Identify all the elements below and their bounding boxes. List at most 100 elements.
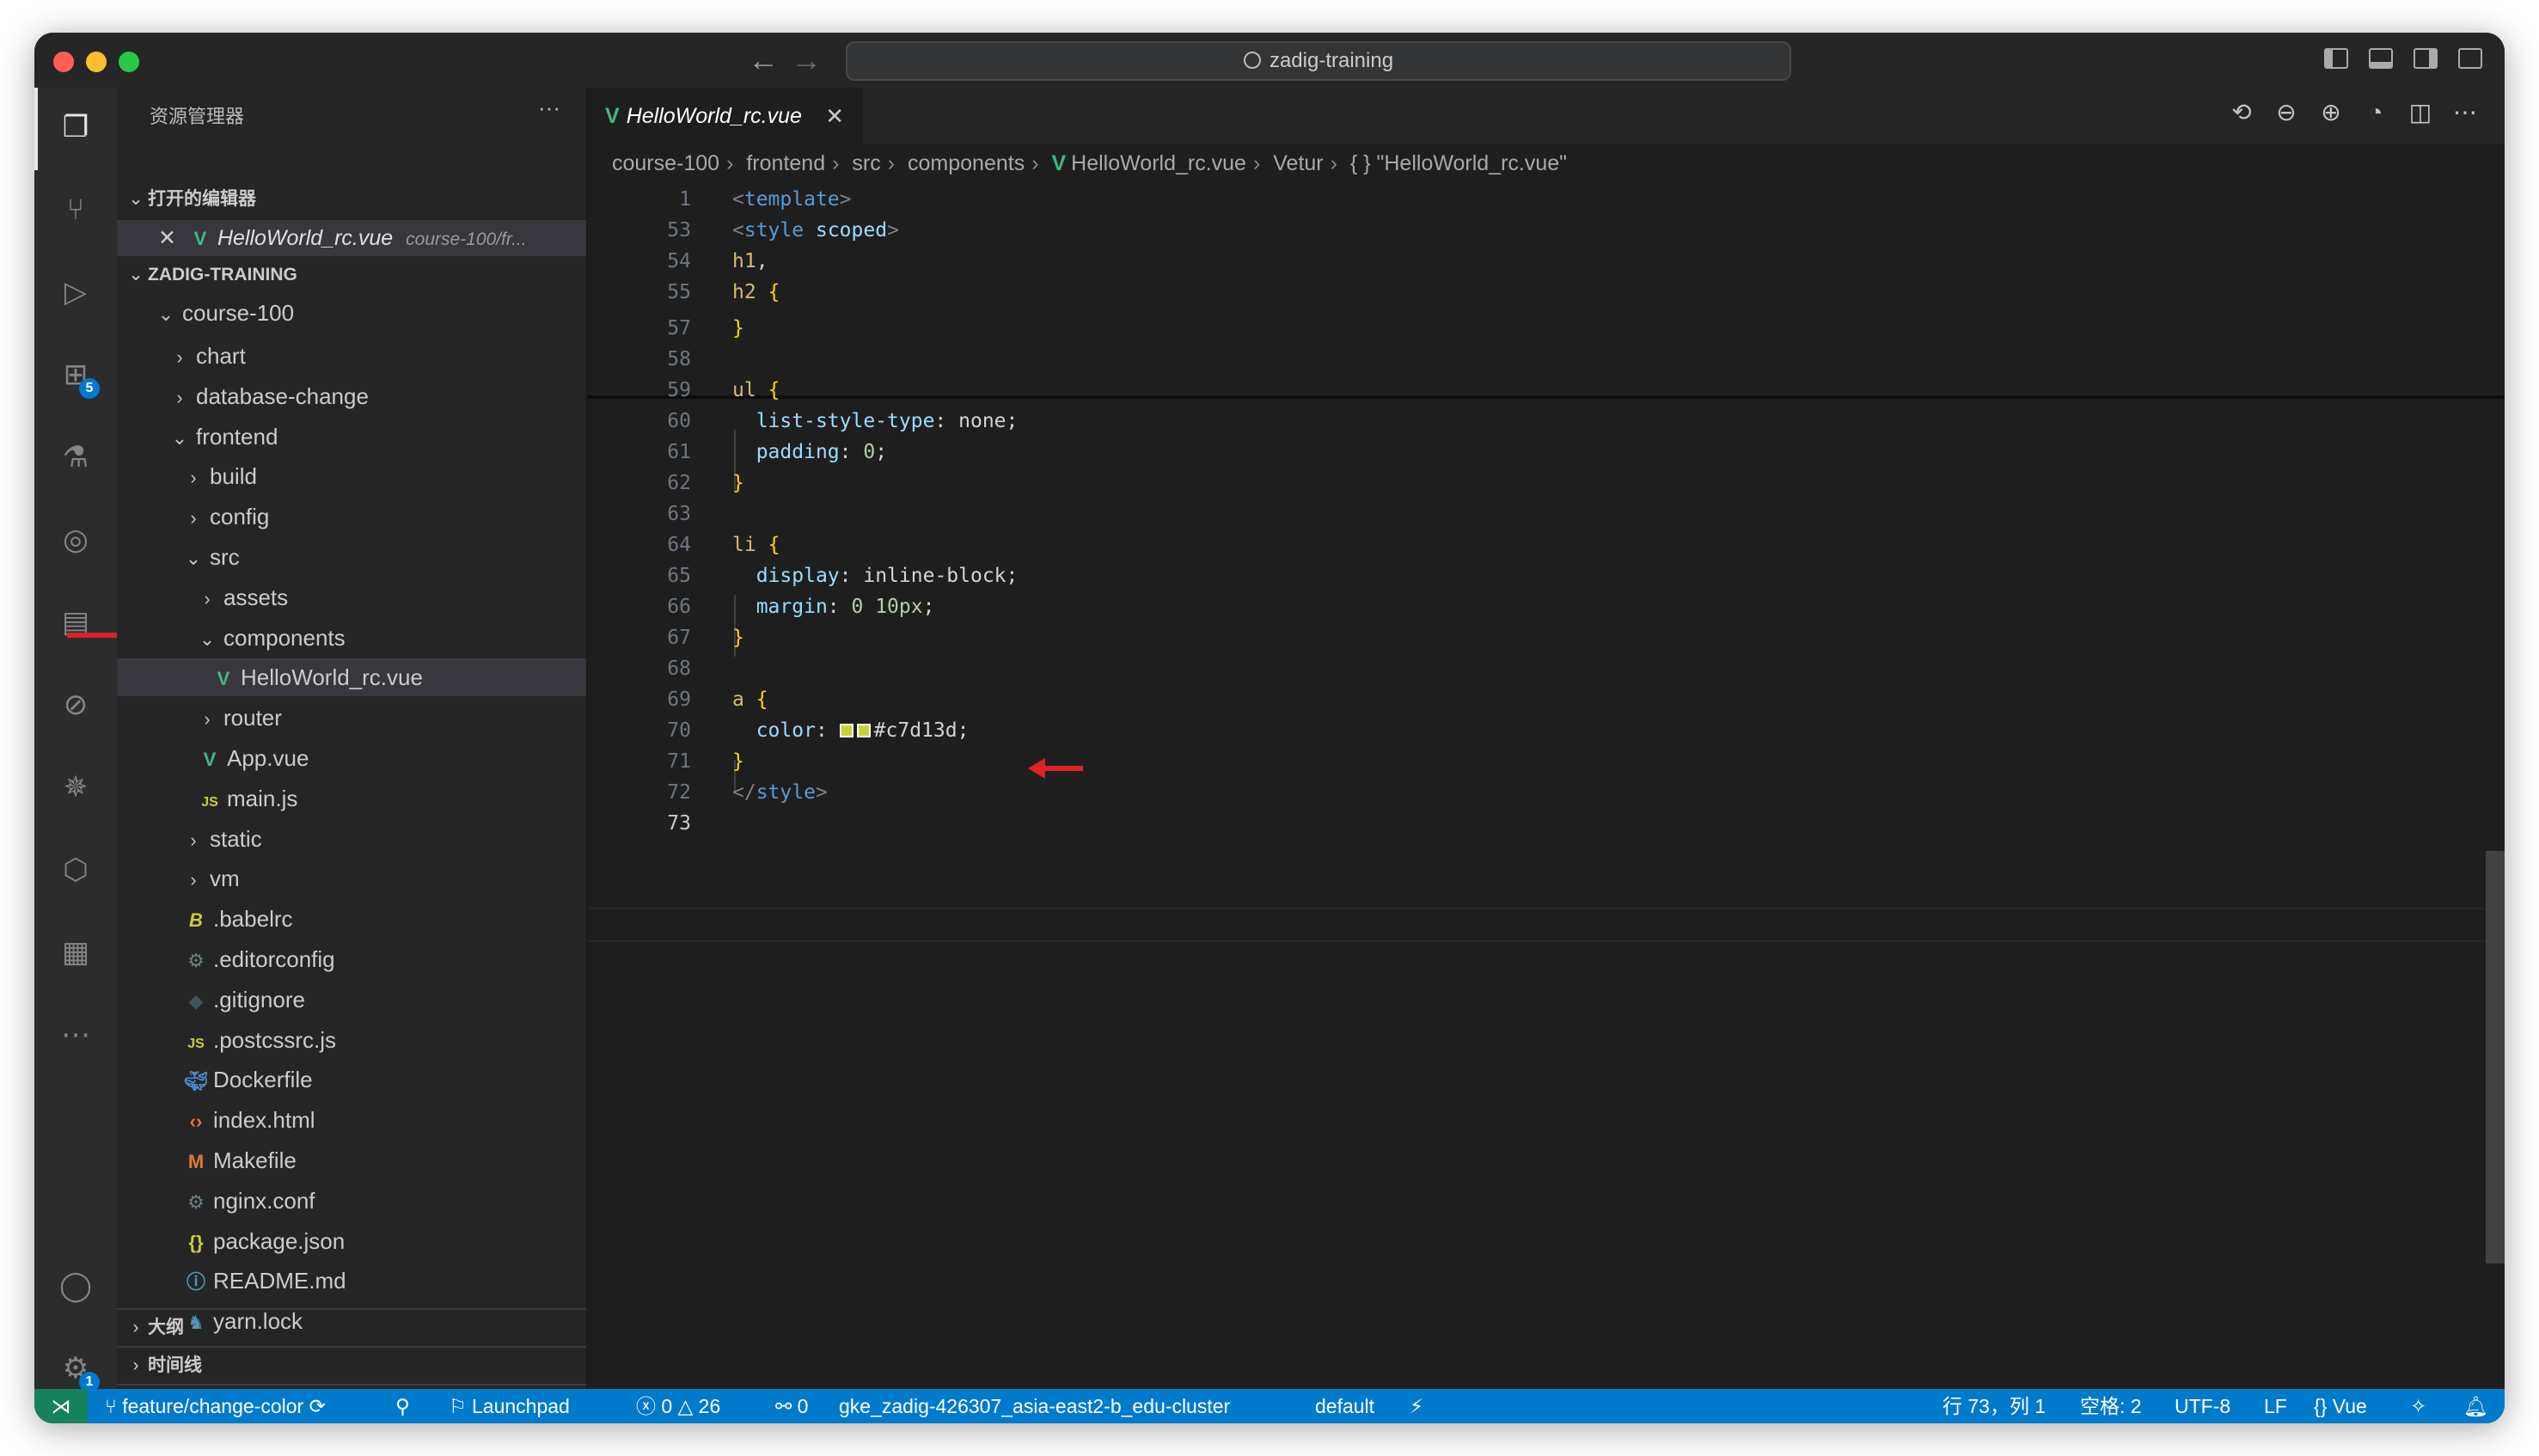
more-icon[interactable]: ⋯ <box>55 1014 96 1055</box>
breadcrumb-item[interactable]: course-100 <box>612 151 719 175</box>
toggle-secondary-sidebar-icon[interactable] <box>2414 48 2438 69</box>
language-mode[interactable]: {} Vue <box>2314 1389 2367 1423</box>
tab-helloworld-rc-vue[interactable]: V HelloWorld_rc.vue ✕ <box>588 88 863 146</box>
close-icon[interactable]: ✕ <box>825 89 844 143</box>
vue-file-icon: V <box>193 228 207 249</box>
tree-folder[interactable]: › vm <box>117 860 586 897</box>
previous-change-icon[interactable]: ⊖ <box>2264 98 2309 126</box>
gitlens-status-icon[interactable]: ⚲ <box>395 1389 410 1423</box>
sidebar-more-button[interactable]: ··· <box>538 95 560 121</box>
maximize-window-button[interactable] <box>119 52 139 72</box>
breadcrumb-item[interactable]: frontend <box>746 151 825 175</box>
testing-icon[interactable]: ⚗ <box>55 437 96 478</box>
outline-section[interactable]: › 大纲 <box>117 1308 586 1346</box>
extensions-icon[interactable]: ⊞ 5 <box>55 354 100 399</box>
gitlens-icon[interactable]: ◎ <box>55 519 96 560</box>
tree-file[interactable]: ⚙ nginx.conf <box>117 1182 586 1220</box>
close-icon[interactable]: ✕ <box>158 220 182 256</box>
open-editors-section[interactable]: ⌄ 打开的编辑器 <box>117 182 586 217</box>
color-swatch-icon[interactable] <box>856 724 871 737</box>
problems-indicator[interactable]: ⓧ 0 △ 26 <box>636 1389 720 1423</box>
tree-file[interactable]: 🐳︎ Dockerfile <box>117 1061 586 1098</box>
open-editor-item[interactable]: ✕ V HelloWorld_rc.vue course-100/fr... <box>117 220 586 256</box>
explorer-icon[interactable]: ❐ <box>55 107 96 148</box>
gitlens-compare-icon[interactable]: ◔ <box>2353 99 2398 126</box>
split-editor-icon[interactable]: ◫ <box>2398 98 2443 126</box>
tree-file[interactable]: V App.vue <box>117 739 586 777</box>
cursor-position[interactable]: 行 73，列 1 <box>1942 1389 2046 1423</box>
tree-file[interactable]: ‹› index.html <box>117 1101 586 1139</box>
close-window-button[interactable] <box>53 52 74 72</box>
feedback-icon[interactable]: ✧ <box>2410 1389 2426 1423</box>
more-actions-icon[interactable]: ⋯ <box>2443 98 2487 126</box>
toggle-panel-icon[interactable] <box>2369 48 2393 69</box>
ports-count: 0 <box>797 1395 809 1417</box>
tree-file[interactable]: {} package.json <box>117 1222 586 1260</box>
tree-file[interactable]: JS .postcssrc.js <box>117 1021 586 1059</box>
tree-folder[interactable]: › database-change <box>117 377 586 415</box>
color-swatch-icon[interactable] <box>839 724 853 737</box>
next-change-icon[interactable]: ⊕ <box>2309 98 2353 126</box>
arrow-right-icon[interactable]: → <box>791 43 822 77</box>
breadcrumb-item[interactable]: Vetur <box>1273 151 1323 175</box>
tree-folder[interactable]: › config <box>117 498 586 535</box>
line-content: } <box>732 627 744 649</box>
timeline-section[interactable]: › 时间线 <box>117 1346 586 1384</box>
error-count: 0 <box>661 1395 673 1417</box>
tree-file[interactable]: B .babelrc <box>117 900 586 938</box>
breadcrumb-item[interactable]: { } "HelloWorld_rc.vue" <box>1350 151 1567 175</box>
tree-file[interactable]: ⚙ .editorconfig <box>117 940 586 978</box>
zadig-icon[interactable]: ⬡ <box>55 849 96 890</box>
line-number: 59 <box>667 379 691 401</box>
launchpad-item[interactable]: ⚐ Launchpad <box>449 1389 570 1423</box>
tree-file[interactable]: ⓘ README.md <box>117 1262 586 1300</box>
cluster-name[interactable]: gke_zadig-426307_asia-east2-b_edu-cluste… <box>839 1389 1230 1423</box>
tree-folder[interactable]: › static <box>117 820 586 858</box>
remote-icon[interactable]: ▦ <box>55 932 96 973</box>
branch-indicator[interactable]: ⑂ feature/change-color ⟳ <box>105 1389 326 1423</box>
extensions-badge: 5 <box>79 378 100 399</box>
git-graph-icon[interactable]: ⊘ <box>55 684 96 725</box>
line-content: } <box>732 317 744 340</box>
breadcrumb-item[interactable]: src <box>852 151 880 175</box>
run-debug-icon[interactable]: ▷ <box>55 272 96 313</box>
source-control-icon[interactable]: ⑂ <box>55 189 96 230</box>
namespace[interactable]: default <box>1315 1389 1374 1423</box>
breadcrumb-item[interactable]: components <box>908 151 1025 175</box>
chevron-right-icon: › <box>132 1318 139 1337</box>
tree-file[interactable]: ◆ .gitignore <box>117 981 586 1019</box>
tree-file[interactable]: V HelloWorld_rc.vue <box>117 658 586 697</box>
tree-file[interactable]: JS main.js <box>117 780 586 817</box>
remote-indicator-icon[interactable]: ⋊ <box>34 1389 88 1423</box>
tree-folder[interactable]: › chart <box>117 337 586 375</box>
bell-icon[interactable]: 🔔︎ <box>2463 1389 2488 1423</box>
line-number: 62 <box>667 472 691 494</box>
arrow-left-icon[interactable]: ← <box>748 43 779 77</box>
workspace-section[interactable]: ⌄ ZADIG-TRAINING <box>117 258 586 292</box>
indentation[interactable]: 空格: 2 <box>2080 1389 2142 1423</box>
end-of-line[interactable]: LF <box>2264 1389 2287 1423</box>
customize-layout-icon[interactable] <box>2458 48 2482 69</box>
tree-folder[interactable]: › assets <box>117 578 586 616</box>
gear-icon[interactable]: ⚙ 1 <box>55 1348 100 1392</box>
tree-file[interactable]: M Makefile <box>117 1141 586 1179</box>
minimize-window-button[interactable] <box>86 52 107 72</box>
command-center-search[interactable]: zadig-training <box>846 41 1791 81</box>
tree-folder[interactable]: ⌄ frontend <box>117 418 586 456</box>
toggle-primary-sidebar-icon[interactable] <box>2324 48 2348 69</box>
ports-indicator[interactable]: ⚯ 0 <box>775 1389 808 1423</box>
editor-scrollbar[interactable] <box>2486 851 2505 1263</box>
kubectl-icon[interactable]: ⚡ <box>1410 1389 1423 1423</box>
tree-folder[interactable]: ⌄ course-100 <box>117 294 586 332</box>
go-back-changes-icon[interactable]: ⟲ <box>2219 98 2264 126</box>
chevron-right-icon: › <box>190 507 197 529</box>
account-icon[interactable]: ◯ <box>55 1265 96 1306</box>
kubernetes-icon[interactable]: ✵ <box>55 767 96 808</box>
code-editor[interactable]: 1 <template> 53 <style scoped> 54 h1, 55 h2 {57… <box>588 184 2505 1389</box>
tree-folder[interactable]: › build <box>117 457 586 495</box>
breadcrumb-item[interactable]: HelloWorld_rc.vue <box>1071 151 1246 175</box>
tree-folder[interactable]: › router <box>117 699 586 737</box>
tree-folder[interactable]: ⌄ src <box>117 538 586 576</box>
tree-folder[interactable]: ⌄ components <box>117 619 586 657</box>
encoding[interactable]: UTF-8 <box>2175 1389 2230 1423</box>
